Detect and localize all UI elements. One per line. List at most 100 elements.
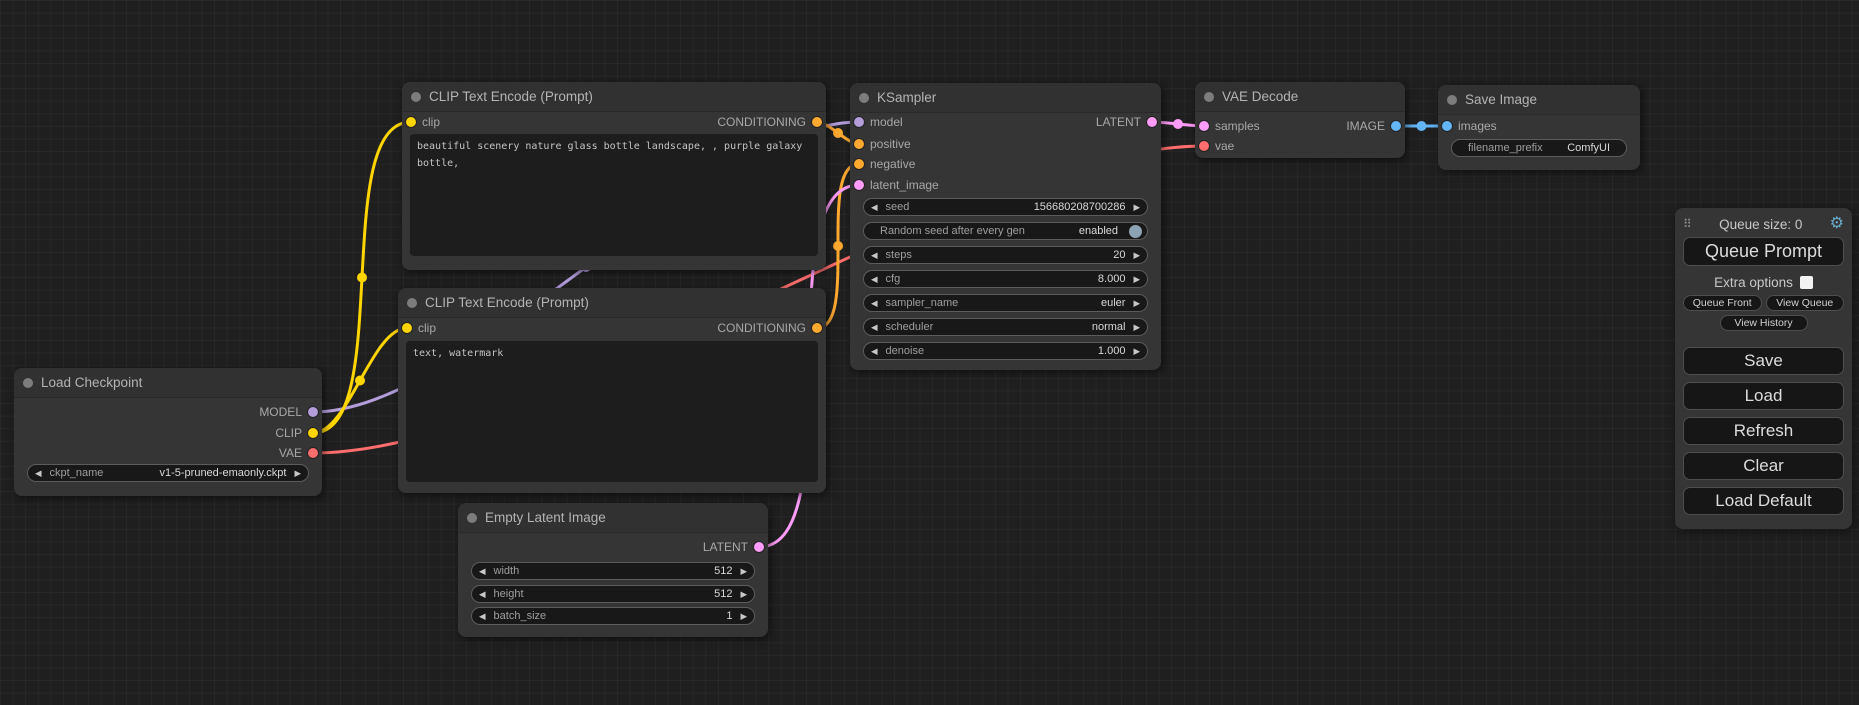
settings-gear-icon[interactable]: ⚙ — [1830, 216, 1844, 232]
output-slot-LATENT[interactable] — [1147, 117, 1157, 127]
input-slot-negative[interactable] — [854, 159, 864, 169]
output-slot-IMAGE[interactable] — [1391, 121, 1401, 131]
widget-value: 156680208700286 — [1034, 201, 1126, 213]
widget-left-arrow-icon[interactable]: ◀ — [479, 567, 486, 576]
widget-left-arrow-icon[interactable]: ◀ — [871, 203, 878, 212]
output-slot-CONDITIONING[interactable] — [812, 117, 822, 127]
link-center-dot — [1173, 119, 1183, 129]
widget-scheduler[interactable]: ◀schedulernormal▶ — [863, 318, 1148, 336]
output-slot-CLIP[interactable] — [308, 428, 318, 438]
link-center-dot — [1417, 121, 1427, 131]
widget-right-arrow-icon[interactable]: ▶ — [1133, 251, 1140, 260]
collapse-dot[interactable] — [1204, 92, 1214, 102]
input-slot-clip[interactable] — [406, 117, 416, 127]
input-slot-latent_image[interactable] — [854, 180, 864, 190]
input-slot-clip[interactable] — [402, 323, 412, 333]
widget-value: 8.000 — [1098, 273, 1126, 285]
widget-left-arrow-icon[interactable]: ◀ — [479, 612, 486, 621]
widget-sampler_name[interactable]: ◀sampler_nameeuler▶ — [863, 294, 1148, 312]
widget-right-arrow-icon[interactable]: ▶ — [740, 567, 747, 576]
view-queue-button[interactable]: View Queue — [1766, 295, 1845, 311]
queue-prompt-button[interactable]: Queue Prompt — [1683, 237, 1844, 266]
input-slot-model[interactable] — [854, 117, 864, 127]
input-slot-images[interactable] — [1442, 121, 1452, 131]
widget-label: seed — [886, 201, 910, 213]
widget-right-arrow-icon[interactable]: ▶ — [1133, 347, 1140, 356]
node-save-image[interactable]: Save Imageimagesfilename_prefixComfyUI — [1438, 85, 1640, 170]
view-history-row: View History — [1680, 315, 1847, 331]
widget-right-arrow-icon[interactable]: ▶ — [1133, 275, 1140, 284]
widget-batch_size[interactable]: ◀batch_size1▶ — [471, 607, 755, 625]
output-slot-LATENT[interactable] — [754, 542, 764, 552]
widget-height[interactable]: ◀ height 512 ▶ — [471, 585, 755, 603]
view-history-button[interactable]: View History — [1720, 315, 1808, 331]
collapse-dot[interactable] — [1447, 95, 1457, 105]
widget-left-arrow-icon[interactable]: ◀ — [871, 299, 878, 308]
widget-value: enabled — [1079, 225, 1118, 237]
node-clip-text-encode-1[interactable]: CLIP Text Encode (Prompt)clipCONDITIONIN… — [402, 82, 826, 270]
node-ksampler[interactable]: KSamplermodelpositivenegativelatent_imag… — [850, 83, 1161, 370]
output-slot-label: LATENT — [703, 539, 748, 555]
drag-handle-icon[interactable]: ⠿ — [1683, 218, 1692, 230]
widget-filename_prefix[interactable]: filename_prefixComfyUI — [1451, 139, 1627, 157]
collapse-dot[interactable] — [23, 378, 33, 388]
load-default-button[interactable]: Load Default — [1683, 487, 1844, 515]
node-title-text: KSampler — [877, 90, 936, 105]
node-vae-decode[interactable]: VAE DecodesamplesvaeIMAGE — [1195, 82, 1405, 158]
widget-cfg[interactable]: ◀cfg8.000▶ — [863, 270, 1148, 288]
node-empty-latent-image[interactable]: Empty Latent ImageLATENT◀width512▶◀heigh… — [458, 503, 768, 637]
input-slot-label: images — [1458, 118, 1497, 134]
refresh-button[interactable]: Refresh — [1683, 417, 1844, 445]
collapse-dot[interactable] — [467, 513, 477, 523]
widget-left-arrow-icon[interactable]: ◀ — [871, 347, 878, 356]
widget-left-arrow-icon[interactable]: ◀ — [871, 323, 878, 332]
extra-options-checkbox[interactable] — [1800, 276, 1813, 289]
queue-panel: ⠿ Queue size: 0 ⚙ Queue Prompt Extra opt… — [1675, 208, 1852, 529]
collapse-dot[interactable] — [411, 92, 421, 102]
output-slot-MODEL[interactable] — [308, 407, 318, 417]
output-slot-VAE[interactable] — [308, 448, 318, 458]
widget-seed[interactable]: ◀ seed 156680208700286 ▶ — [863, 198, 1148, 216]
input-slot-samples[interactable] — [1199, 121, 1209, 131]
node-title: Empty Latent Image — [458, 503, 768, 533]
queue-front-button[interactable]: Queue Front — [1683, 295, 1762, 311]
widget-value: 512 — [714, 588, 732, 600]
input-slot-vae[interactable] — [1199, 141, 1209, 151]
widget-left-arrow-icon[interactable]: ◀ — [871, 251, 878, 260]
widget-right-arrow-icon[interactable]: ▶ — [294, 469, 301, 478]
widget-label: sampler_name — [886, 297, 959, 309]
widget-label: filename_prefix — [1468, 142, 1543, 154]
input-slot-label: latent_image — [870, 177, 939, 193]
widget-right-arrow-icon[interactable]: ▶ — [740, 590, 747, 599]
widget-width[interactable]: ◀width512▶ — [471, 562, 755, 580]
link-center-dot — [833, 128, 843, 138]
widget-right-arrow-icon[interactable]: ▶ — [1133, 299, 1140, 308]
widget-value: v1-5-pruned-emaonly.ckpt — [159, 467, 286, 479]
input-slot-positive[interactable] — [854, 139, 864, 149]
queue-size-label: Queue size: 0 — [1692, 217, 1830, 232]
node-load-checkpoint[interactable]: Load CheckpointMODELCLIPVAE◀ckpt_namev1-… — [14, 368, 322, 496]
widget-right-arrow-icon[interactable]: ▶ — [1133, 203, 1140, 212]
save-button[interactable]: Save — [1683, 347, 1844, 375]
widget-left-arrow-icon[interactable]: ◀ — [871, 275, 878, 284]
widget-right-arrow-icon[interactable]: ▶ — [740, 612, 747, 621]
widget-Random seed after every gen[interactable]: Random seed after every genenabled — [863, 222, 1148, 240]
clear-button[interactable]: Clear — [1683, 452, 1844, 480]
collapse-dot[interactable] — [407, 298, 417, 308]
widget-value: 20 — [1113, 249, 1125, 261]
widget-steps[interactable]: ◀steps20▶ — [863, 246, 1148, 264]
toggle-enabled-icon[interactable] — [1129, 225, 1142, 238]
prompt-textarea[interactable]: text, watermark — [406, 341, 818, 482]
widget-label: batch_size — [494, 610, 547, 622]
prompt-textarea[interactable]: beautiful scenery nature glass bottle la… — [410, 134, 818, 256]
widget-left-arrow-icon[interactable]: ◀ — [35, 469, 42, 478]
widget-denoise[interactable]: ◀denoise1.000▶ — [863, 342, 1148, 360]
load-button[interactable]: Load — [1683, 382, 1844, 410]
widget-ckpt_name[interactable]: ◀ckpt_namev1-5-pruned-emaonly.ckpt▶ — [27, 464, 309, 482]
collapse-dot[interactable] — [859, 93, 869, 103]
widget-left-arrow-icon[interactable]: ◀ — [479, 590, 486, 599]
output-slot-CONDITIONING[interactable] — [812, 323, 822, 333]
widget-right-arrow-icon[interactable]: ▶ — [1133, 323, 1140, 332]
widget-label: height — [494, 588, 524, 600]
node-clip-text-encode-2[interactable]: CLIP Text Encode (Prompt)clipCONDITIONIN… — [398, 288, 826, 493]
